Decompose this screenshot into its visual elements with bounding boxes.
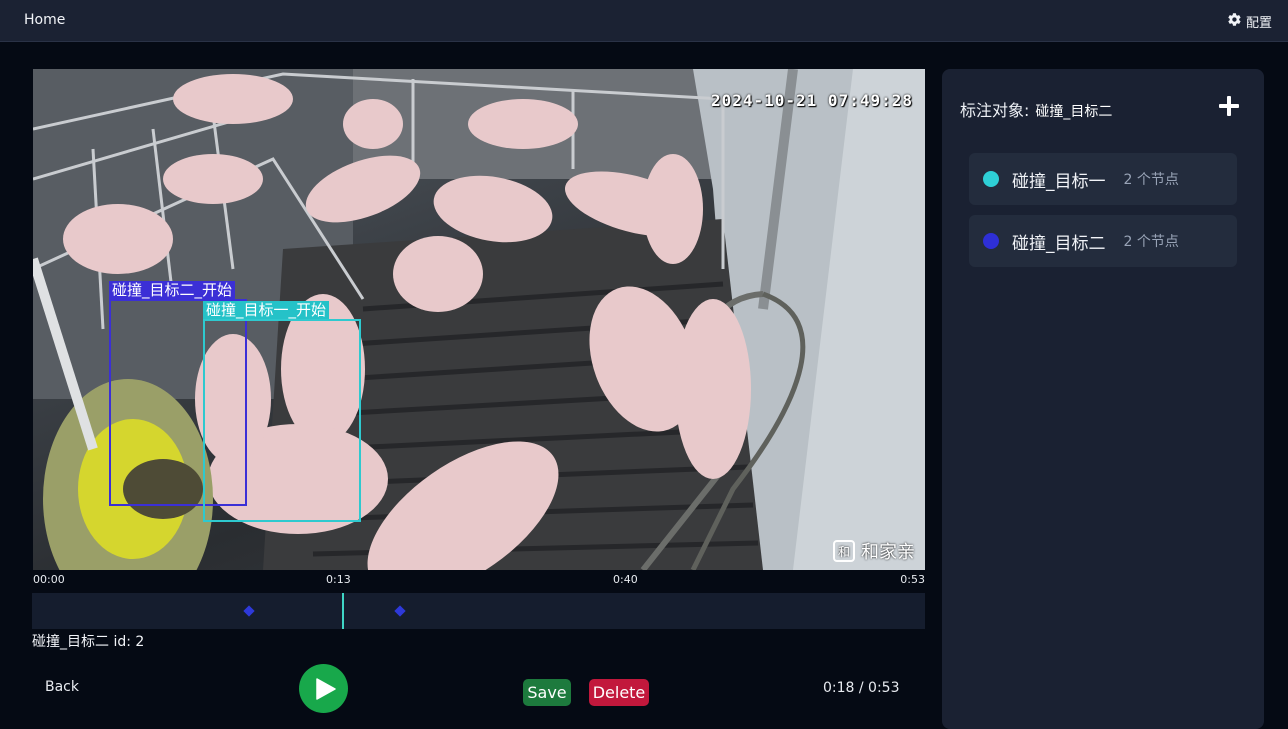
timeline-labels: 00:00 0:13 0:40 0:53 xyxy=(33,573,925,587)
panel-title: 标注对象: 碰撞_目标二 xyxy=(960,97,1112,121)
timeline-track[interactable] xyxy=(32,593,925,629)
play-button[interactable] xyxy=(299,664,348,713)
object-name: 碰撞_目标一 xyxy=(1012,171,1106,192)
timeline-label-start: 00:00 xyxy=(33,573,65,586)
video-timestamp: 2024-10-21 07:49:28 xyxy=(710,91,913,110)
panel-title-label: 标注对象: xyxy=(960,101,1030,120)
timeline-label-end: 0:53 xyxy=(900,573,925,586)
bounding-box-label: 碰撞_目标二_开始 xyxy=(109,281,236,299)
play-icon xyxy=(315,677,336,700)
config-label: 配置 xyxy=(1245,16,1272,31)
save-button[interactable]: Save xyxy=(523,679,571,706)
object-item-target-2[interactable]: 碰撞_目标二 2 个节点 xyxy=(969,215,1237,267)
object-name: 碰撞_目标二 xyxy=(1012,233,1106,254)
top-bar: Home 配置 xyxy=(0,0,1288,42)
bounding-box-label: 碰撞_目标一_开始 xyxy=(203,301,330,319)
current-object-name: 碰撞_目标二 xyxy=(1035,104,1113,120)
keyframe-marker[interactable] xyxy=(394,605,406,617)
home-link[interactable]: Home xyxy=(24,12,65,28)
bounding-box-target-1[interactable]: 碰撞_目标一_开始 xyxy=(203,301,361,522)
config-button[interactable]: 配置 xyxy=(1227,12,1272,31)
object-node-count: 2 个节点 xyxy=(1123,234,1179,250)
delete-button[interactable]: Delete xyxy=(589,679,649,706)
object-node-count: 2 个节点 xyxy=(1123,172,1179,188)
timeline-label: 0:13 xyxy=(326,573,351,586)
keyframe-marker[interactable] xyxy=(243,605,255,617)
object-color-dot xyxy=(983,171,999,187)
playback-time: 0:18 / 0:53 xyxy=(823,680,900,696)
object-item-target-1[interactable]: 碰撞_目标一 2 个节点 xyxy=(969,153,1237,205)
video-frame[interactable]: 2024-10-21 07:49:28 和 和家亲 碰撞_目标二_开始 碰撞_目… xyxy=(33,69,925,570)
gear-icon xyxy=(1227,12,1242,31)
add-object-button[interactable] xyxy=(1218,95,1240,117)
object-color-dot xyxy=(983,233,999,249)
watermark-text: 和家亲 xyxy=(861,542,915,563)
watermark: 和 和家亲 xyxy=(833,538,915,564)
annotation-panel: 标注对象: 碰撞_目标二 碰撞_目标一 2 个节点 碰撞_目标二 2 个节点 xyxy=(942,69,1264,729)
selected-object-info: 碰撞_目标二 id: 2 xyxy=(32,634,145,650)
watermark-logo-icon: 和 xyxy=(833,540,855,562)
back-button[interactable]: Back xyxy=(45,679,79,695)
timeline-playhead[interactable] xyxy=(342,593,344,629)
timeline-label: 0:40 xyxy=(613,573,638,586)
